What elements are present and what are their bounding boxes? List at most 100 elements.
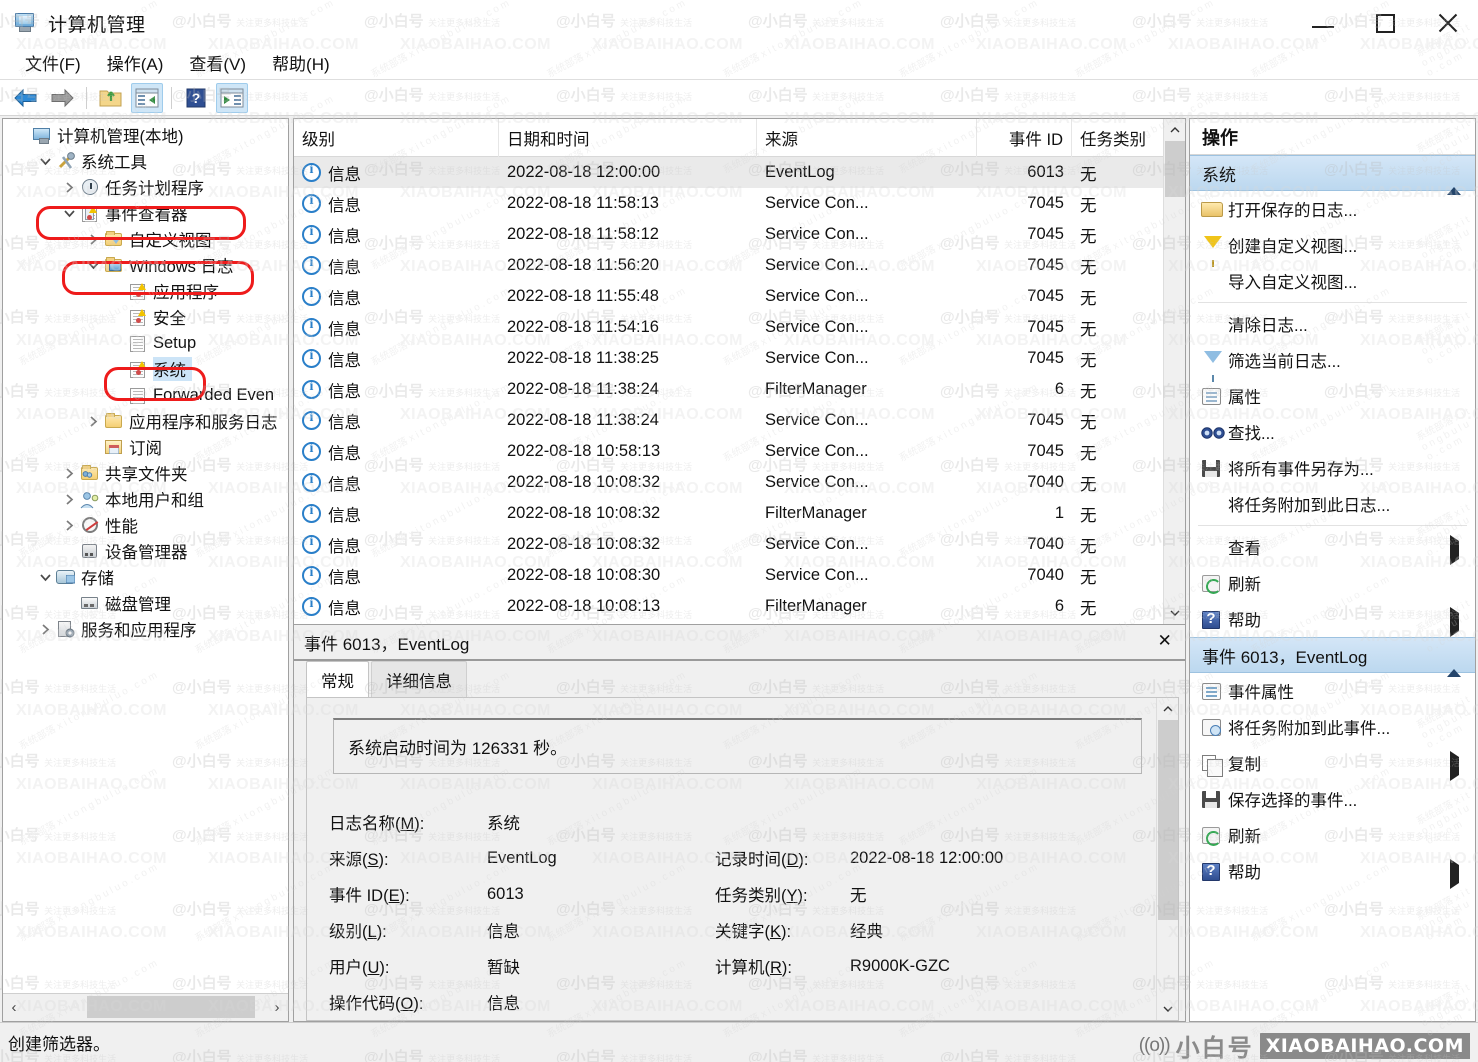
column-header-0[interactable]: 级别 [294,118,499,157]
tree-item-6[interactable]: 应用程序 [3,278,288,304]
scroll-down-icon[interactable] [1164,602,1186,624]
tree-item-1[interactable]: 系统工具 [3,148,288,174]
action-item-0-6[interactable]: 查找... [1190,414,1475,450]
hscroll-thumb[interactable] [87,996,255,1018]
table-row[interactable]: 信息 2022-08-18 10:08:13 FilterManager 6无 [294,591,1163,622]
chevron-down-icon[interactable] [35,157,55,166]
detail-vscroll-thumb[interactable] [1157,720,1178,920]
chevron-down-icon[interactable] [83,261,103,270]
action-item-0-2[interactable]: 导入自定义视图... [1190,263,1475,299]
tree-item-2[interactable]: 任务计划程序 [3,174,288,200]
action-item-0-0[interactable]: 打开保存的日志... [1190,191,1475,227]
action-item-0-4[interactable]: 筛选当前日志... [1190,342,1475,382]
tree-item-9[interactable]: 系统 [3,356,288,382]
tree-item-14[interactable]: 本地用户和组 [3,486,288,512]
action-item-1-2[interactable]: 复制 [1190,745,1475,781]
detail-scroll-down-icon[interactable] [1157,998,1179,1020]
table-row[interactable]: 信息 2022-08-18 10:08:32 Service Con... 7040 无 [294,467,1163,498]
scroll-up-icon[interactable] [1164,119,1186,141]
column-header-2[interactable]: 来源 [757,118,977,157]
tree-item-13[interactable]: 共享文件夹 [3,460,288,486]
show-hide-action-pane-icon[interactable] [216,82,248,113]
chevron-down-icon[interactable] [59,209,79,218]
menu-view[interactable]: 查看(V) [176,47,259,78]
forward-arrow-icon[interactable] [46,83,78,113]
chevron-down-icon[interactable] [35,573,55,582]
menu-action[interactable]: 操作(A) [94,47,177,78]
action-item-1-1[interactable]: 将任务附加到此事件... [1190,709,1475,745]
tree-item-4[interactable]: 自定义视图 [3,226,288,252]
scroll-right-icon[interactable]: › [266,999,288,1016]
help-icon[interactable]: ? [180,83,212,113]
table-row[interactable]: 信息 2022-08-18 11:58:13 Service Con... 7045 无 [294,188,1163,219]
submenu-arrow-icon[interactable] [1450,751,1459,781]
tree-horizontal-scrollbar[interactable]: ‹ › [3,993,288,1021]
action-item-1-5[interactable]: 帮助 [1190,853,1475,889]
table-row[interactable]: 信息 2022-08-18 10:08:32 FilterManager 1无 [294,498,1163,529]
column-header-1[interactable]: 日期和时间 [499,118,757,157]
action-item-0-8[interactable]: 将任务附加到此日志... [1190,486,1475,522]
show-hide-console-tree-icon[interactable] [131,82,163,113]
chevron-right-icon[interactable] [59,519,79,531]
menu-file[interactable]: 文件(F) [12,47,94,78]
minimize-button[interactable] [1292,0,1354,46]
chevron-right-icon[interactable] [83,415,103,427]
close-icon[interactable]: ✕ [1158,631,1171,652]
action-item-0-9[interactable]: 查看 [1190,529,1475,565]
maximize-button[interactable] [1354,0,1416,46]
column-header-3[interactable]: 事件 ID [977,118,1072,157]
action-item-1-4[interactable]: 刷新 [1190,817,1475,853]
chevron-right-icon[interactable] [83,233,103,245]
chevron-right-icon[interactable] [59,467,79,479]
tree-item-15[interactable]: 性能 [3,512,288,538]
tree-item-5[interactable]: Windows 日志 [3,252,288,278]
action-item-0-1[interactable]: 创建自定义视图... [1190,227,1475,267]
table-row[interactable]: 信息 2022-08-18 11:38:24 FilterManager 6无 [294,374,1163,405]
tree-item-0[interactable]: 计算机管理(本地) [3,122,288,148]
action-item-1-3[interactable]: 保存选择的事件... [1190,781,1475,817]
close-button[interactable] [1416,0,1478,46]
action-item-1-0[interactable]: 事件属性 [1190,673,1475,709]
action-item-0-3[interactable]: 清除日志... [1190,306,1475,342]
table-row[interactable]: 信息 2022-08-18 11:54:16 Service Con... 7045 无 [294,312,1163,343]
scroll-left-icon[interactable]: ‹ [3,999,25,1016]
event-list-rows[interactable]: 信息2022-08-18 12:00:00EventLog6013无信息2022… [294,157,1163,624]
table-row[interactable]: 信息 2022-08-18 12:00:00 EventLog 6013 无 [294,157,1163,188]
table-row[interactable]: 信息 2022-08-18 11:58:12 Service Con... 7045 无 [294,219,1163,250]
submenu-arrow-icon[interactable] [1450,859,1459,889]
vscroll-thumb[interactable] [1164,141,1185,197]
actions-group-header-1[interactable]: 事件 6013，EventLog [1190,637,1475,677]
vscroll-track[interactable] [1164,141,1186,602]
chevron-right-icon[interactable] [59,181,79,193]
tree-item-11[interactable]: 应用程序和服务日志 [3,408,288,434]
table-row[interactable]: 信息 2022-08-18 10:58:13 Service Con... 7045 无 [294,436,1163,467]
submenu-arrow-icon[interactable] [1450,535,1459,565]
tree-item-19[interactable]: 服务和应用程序 [3,616,288,642]
tree-item-17[interactable]: 存储 [3,564,288,590]
menu-help[interactable]: 帮助(H) [259,47,343,78]
detail-vertical-scrollbar[interactable] [1156,698,1178,1020]
tab-general[interactable]: 常规 [306,661,369,697]
back-arrow-icon[interactable] [10,83,42,113]
action-item-0-10[interactable]: 刷新 [1190,565,1475,601]
tree-item-3[interactable]: 事件查看器 [3,200,288,226]
submenu-arrow-icon[interactable] [1450,607,1459,637]
table-row[interactable]: 信息 2022-08-18 11:38:24 Service Con... 7045 无 [294,405,1163,436]
event-list-vertical-scrollbar[interactable] [1163,119,1185,624]
tree-item-16[interactable]: 设备管理器 [3,538,288,564]
tab-details[interactable]: 详细信息 [371,661,467,697]
action-item-0-11[interactable]: 帮助 [1190,601,1475,637]
table-row[interactable]: 信息 2022-08-18 10:08:32 Service Con... 7040 无 [294,529,1163,560]
table-row[interactable]: 信息 2022-08-18 10:08:30 Service Con... 7040 无 [294,560,1163,591]
tree-item-7[interactable]: 安全 [3,304,288,330]
table-row[interactable]: 信息 2022-08-18 11:55:48 Service Con... 7045 无 [294,281,1163,312]
table-row[interactable]: 信息 2022-08-18 11:56:20 Service Con... 7045 无 [294,250,1163,281]
hscroll-track[interactable] [25,994,266,1021]
up-folder-icon[interactable] [95,83,127,113]
action-item-0-7[interactable]: 将所有事件另存为... [1190,450,1475,486]
action-item-0-5[interactable]: 属性 [1190,378,1475,414]
console-tree[interactable]: 计算机管理(本地) 系统工具 任务计划程序 事件查看器 自定义视图 Windows 日志应… [3,119,288,993]
detail-vscroll-track[interactable] [1157,720,1179,998]
chevron-up-icon[interactable] [1447,168,1461,195]
tree-item-10[interactable]: Forwarded Even [3,382,288,408]
